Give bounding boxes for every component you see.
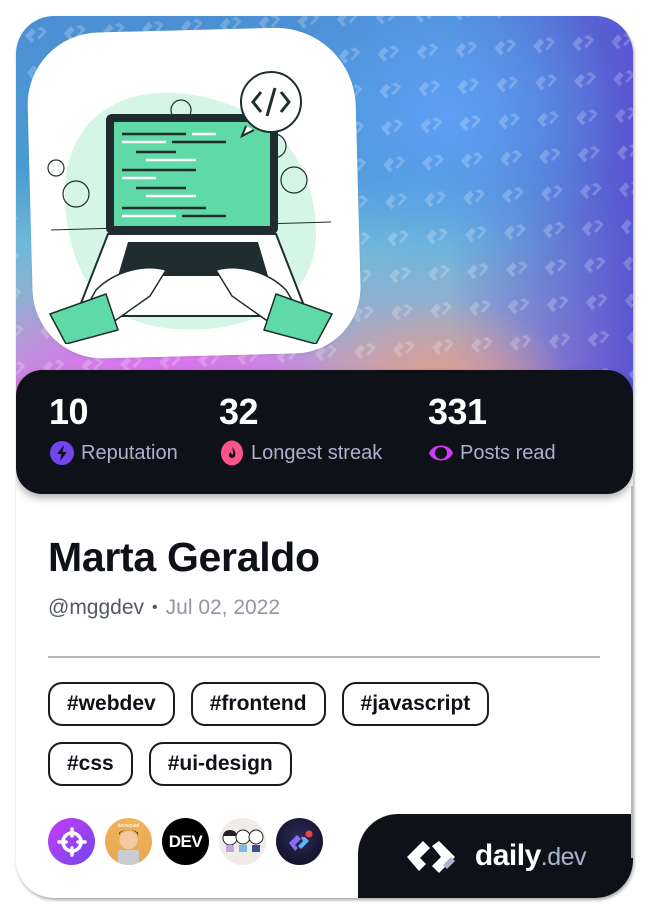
source-avatar-daily-dev[interactable] [276,818,323,865]
stat-value: 331 [428,391,487,432]
tag-javascript[interactable]: #javascript [341,682,490,726]
tag-row: #css #ui-design [48,742,548,786]
lightning-icon [50,441,74,465]
tag-row: #webdev #frontend #javascript [48,682,548,726]
source-avatar-cartoon[interactable] [219,818,266,865]
separator-dot: • [152,599,158,616]
crosshair-icon [56,826,87,857]
tags: #webdev #frontend #javascript #css #ui-d… [48,682,548,802]
flame-icon [221,440,243,466]
stat-posts-read: 331 Posts read [428,390,556,466]
eye-icon [429,445,453,461]
stat-label: Longest streak [251,441,383,464]
favorite-sources: devsquad DEV [48,818,323,865]
source-avatar-target[interactable] [48,818,95,865]
stat-label: Posts read [460,441,556,464]
coding-laptop-illustration [47,71,334,344]
stat-value: 32 [219,391,259,432]
daily-dev-branding: daily.dev [358,814,633,898]
dev-logo: DEV [168,831,203,851]
cartoon-characters-icon [222,829,264,852]
profile-name: Marta Geraldo [48,534,320,580]
memoji-avatar-icon: devsquad [118,823,140,865]
daily-dev-logo-icon [406,841,455,873]
card-edge [631,486,633,858]
source-avatar-dev[interactable]: DEV [162,818,209,865]
brand-name: daily [474,839,541,872]
profile-meta: @mggdev • Jul 02, 2022 [48,596,280,620]
brand-wordmark: daily.dev [474,839,587,873]
tag-ui-design[interactable]: #ui-design [148,742,292,786]
profile-handle: @mggdev [48,596,145,619]
stat-value: 10 [49,391,89,432]
divider [48,656,600,658]
svg-text:devsquad: devsquad [118,823,140,829]
tag-frontend[interactable]: #frontend [190,682,326,726]
stat-longest-streak: 32 Longest streak [219,390,382,466]
tag-css[interactable]: #css [48,742,133,786]
joined-date: Jul 02, 2022 [165,596,281,619]
daily-dev-logo-icon [288,830,312,851]
devcard: 10 Reputation 32 Longest streak 331 Post… [16,16,633,898]
brand-tld: .dev [540,843,587,871]
source-avatar-devsquad[interactable]: devsquad [105,818,152,865]
stat-label: Reputation [81,441,178,464]
tag-webdev[interactable]: #webdev [48,682,175,726]
cover-background [16,16,633,396]
stat-reputation: 10 Reputation [49,390,178,466]
stats-bar: 10 Reputation 32 Longest streak 331 Post… [16,370,633,494]
